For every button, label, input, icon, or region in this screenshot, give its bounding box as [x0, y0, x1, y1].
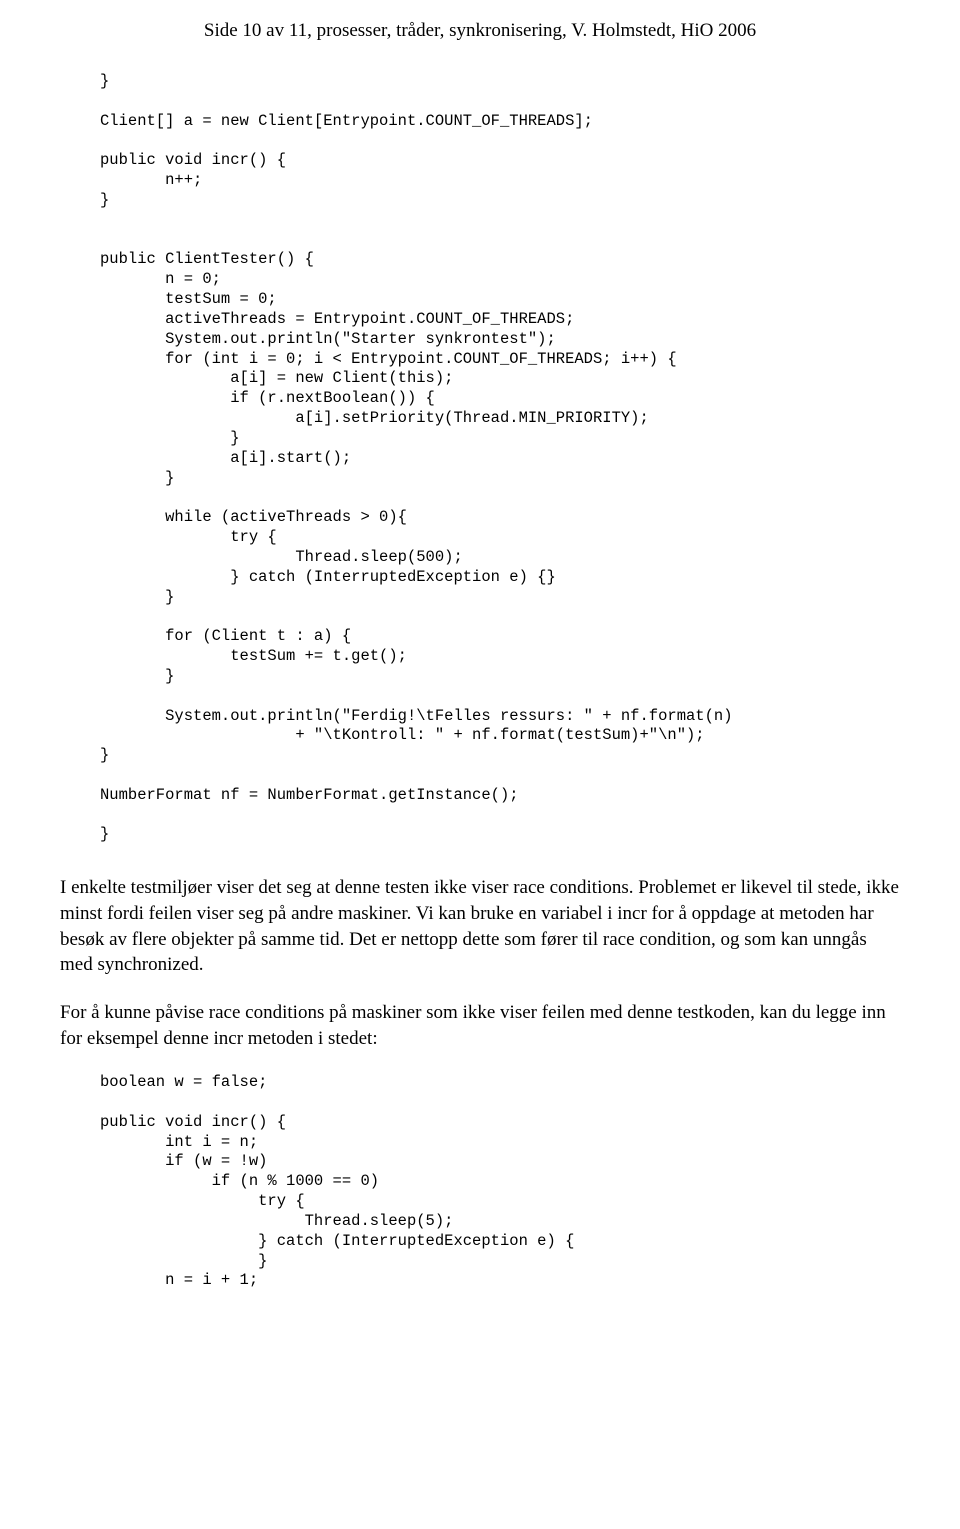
code-block-2: boolean w = false; public void incr() { … [100, 1073, 900, 1291]
header-text: Side 10 av 11, prosesser, tråder, synkro… [204, 20, 756, 41]
code-block-1: } Client[] a = new Client[Entrypoint.COU… [100, 72, 900, 845]
page-header: Side 10 av 11, prosesser, tråder, synkro… [60, 20, 900, 42]
paragraph-1: I enkelte testmiljøer viser det seg at d… [60, 875, 900, 978]
paragraph-2: For å kunne påvise race conditions på ma… [60, 1000, 900, 1051]
